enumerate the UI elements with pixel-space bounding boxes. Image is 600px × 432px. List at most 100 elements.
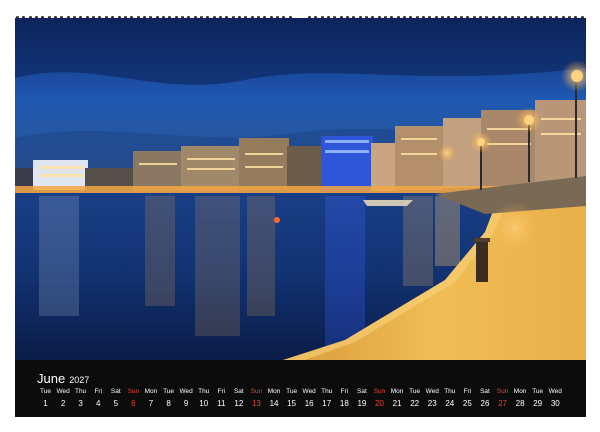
weekday-label: Wed	[425, 388, 439, 395]
day-number: 11	[217, 399, 226, 408]
day-cell: Wed 16	[301, 386, 318, 413]
weekday-label: Thu	[321, 388, 333, 395]
day-number: 1	[43, 399, 48, 408]
day-number: 9	[183, 399, 189, 408]
day-number: 7	[148, 399, 154, 408]
day-number: 20	[375, 399, 384, 408]
day-cell: Tue 15	[283, 386, 300, 413]
day-number: 3	[78, 399, 83, 408]
day-cell: Thu 10	[195, 386, 212, 413]
day-number: 23	[427, 399, 437, 408]
day-cell: Thu 3	[72, 386, 89, 413]
weekday-label: Thu	[444, 388, 456, 395]
weekday-label: Wed	[302, 388, 316, 395]
day-cell: Sat 5	[107, 386, 124, 413]
day-number: 6	[131, 399, 136, 408]
weekday-label: Thu	[198, 388, 210, 395]
day-cell: Thu 17	[318, 386, 335, 413]
day-cell: Fri 11	[213, 386, 230, 413]
buoy	[274, 217, 280, 223]
boat	[363, 200, 413, 206]
day-cell: Sun 6	[125, 386, 142, 413]
weekday-label: Tue	[163, 388, 175, 395]
day-number: 24	[445, 399, 455, 408]
bollard	[476, 240, 488, 282]
month-label: June	[37, 371, 66, 386]
day-number: 4	[96, 399, 101, 408]
weekday-label: Wed	[548, 388, 562, 395]
day-cell: Wed 9	[178, 386, 195, 413]
day-number: 17	[322, 399, 332, 408]
day-number: 27	[498, 399, 507, 408]
day-cell: Tue 29	[529, 386, 546, 413]
weekday-label: Fri	[340, 388, 349, 395]
harbor-night-photo	[15, 18, 586, 360]
weekday-label: Wed	[56, 388, 70, 395]
day-cell: Wed 2	[55, 386, 72, 413]
day-number: 13	[251, 399, 261, 408]
weekday-label: Sat	[233, 388, 244, 395]
weekday-label: Fri	[94, 388, 103, 395]
weekday-label: Tue	[286, 388, 298, 395]
weekday-label: Sat	[357, 388, 367, 395]
day-cell: Fri 18	[336, 386, 353, 413]
weekday-label: Wed	[179, 388, 193, 395]
day-cell: Wed 23	[424, 386, 441, 413]
day-cell: Thu 24	[441, 386, 458, 413]
day-number: 19	[357, 399, 367, 408]
day-number: 18	[339, 399, 349, 408]
day-grid: Tue 1 Wed 2 Thu 3 Fri 4 Sat 5 Sun 6 Mon 7 Tue 8 Wed 9 Thu 1…	[37, 386, 564, 413]
day-number: 30	[550, 399, 560, 408]
day-cell: Mon 7	[142, 386, 159, 413]
day-number: 25	[462, 399, 472, 408]
day-number: 14	[269, 399, 279, 408]
day-number: 15	[287, 399, 297, 408]
day-cell: Sat 26	[476, 386, 493, 413]
weekday-label: Sat	[480, 388, 490, 395]
weekday-label: Fri	[463, 388, 472, 395]
year-label: 2027	[69, 375, 90, 385]
day-cell: Sun 27	[494, 386, 511, 413]
weekday-label: Thu	[75, 388, 87, 395]
weekday-label: Mon	[513, 388, 527, 395]
weekday-label: Mon	[267, 388, 281, 395]
day-number: 8	[166, 399, 171, 408]
weekday-label: Mon	[390, 388, 404, 395]
calendar-strip: June 2027 Tue 1 Wed 2 Thu 3 Fri 4 Sat 5 Sun 6 Mon 7 Tue…	[15, 360, 586, 417]
weekday-label: Sun	[250, 388, 263, 395]
day-cell: Tue 1	[37, 386, 54, 413]
day-cell: Wed 30	[547, 386, 564, 413]
day-cell: Sat 19	[353, 386, 370, 413]
day-number: 16	[304, 399, 314, 408]
day-number: 2	[60, 399, 66, 408]
weekday-label: Mon	[144, 388, 158, 395]
weekday-label: Sun	[496, 388, 509, 395]
blue-lit-building	[321, 136, 373, 191]
weekday-label: Sun	[373, 388, 386, 395]
day-number: 29	[533, 399, 543, 408]
weekday-label: Fri	[217, 388, 226, 395]
weekday-label: Sat	[110, 388, 121, 395]
weekday-label: Tue	[409, 388, 421, 395]
day-number: 12	[234, 399, 244, 408]
day-cell: Fri 25	[459, 386, 476, 413]
day-number: 10	[199, 399, 209, 408]
day-cell: Mon 28	[512, 386, 529, 413]
weekday-label: Tue	[532, 388, 544, 395]
calendar-photo	[15, 18, 586, 360]
day-cell: Sun 20	[371, 386, 388, 413]
day-cell: Mon 14	[266, 386, 283, 413]
day-number: 21	[392, 399, 402, 408]
day-cell: Mon 21	[389, 386, 406, 413]
day-cell: Tue 8	[160, 386, 177, 413]
day-cell: Sat 12	[230, 386, 247, 413]
day-cell: Sun 13	[248, 386, 265, 413]
day-number: 22	[410, 399, 420, 408]
day-number: 5	[113, 399, 119, 408]
day-number: 26	[480, 399, 490, 408]
day-cell: Fri 4	[90, 386, 107, 413]
weekday-label: Tue	[40, 388, 51, 395]
day-cell: Tue 22	[406, 386, 423, 413]
weekday-label: Sun	[127, 388, 140, 395]
day-number: 28	[515, 399, 525, 408]
